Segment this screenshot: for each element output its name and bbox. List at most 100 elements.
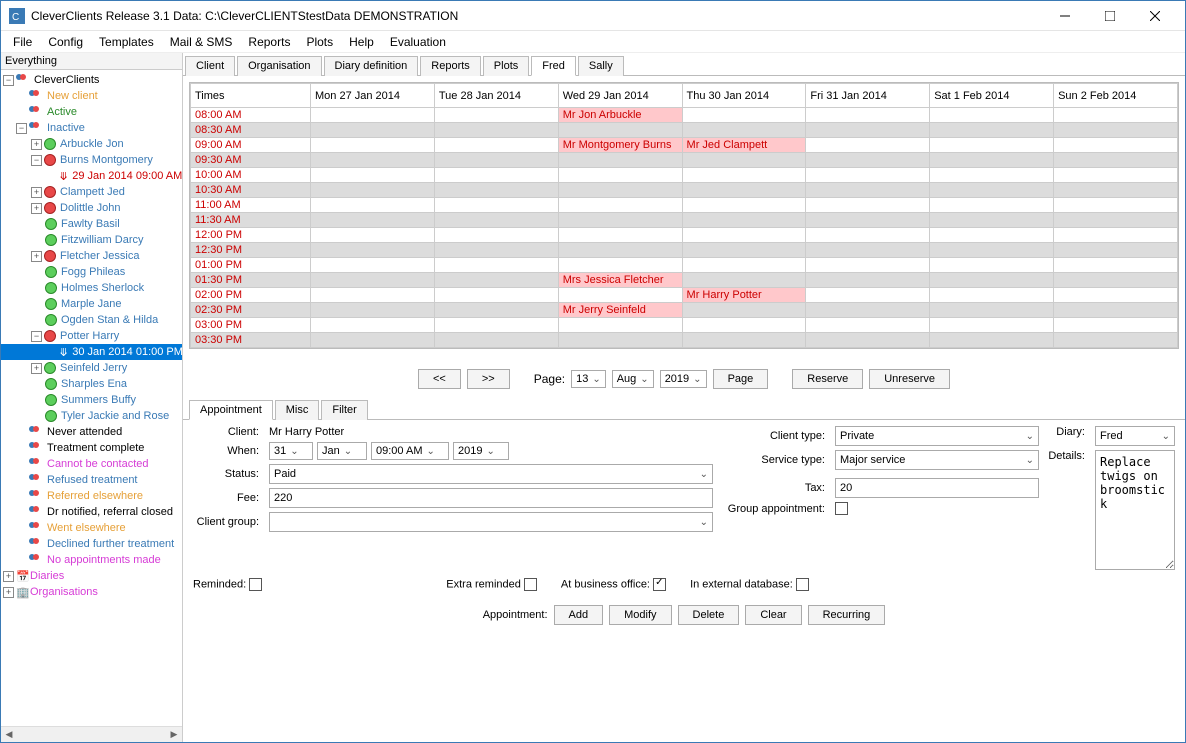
diary-cell[interactable] <box>806 243 930 258</box>
time-cell[interactable]: 09:30 AM <box>191 153 311 168</box>
diary-cell[interactable] <box>558 198 682 213</box>
tree-new-client[interactable]: New client <box>1 88 182 104</box>
time-cell[interactable]: 10:30 AM <box>191 183 311 198</box>
diary-cell[interactable] <box>806 303 930 318</box>
tree-cat-declined[interactable]: Declined further treatment <box>1 536 182 552</box>
diary-cell[interactable] <box>930 183 1054 198</box>
diary-cell[interactable] <box>311 273 435 288</box>
diary-cell[interactable] <box>1054 288 1178 303</box>
tree-client-potter[interactable]: −Potter Harry <box>1 328 182 344</box>
diary-cell[interactable] <box>930 273 1054 288</box>
diary-cell[interactable] <box>558 288 682 303</box>
expand-icon[interactable]: + <box>31 203 42 214</box>
tree-client-fitzwilliam[interactable]: Fitzwilliam Darcy <box>1 232 182 248</box>
diary-cell[interactable] <box>434 138 558 153</box>
diary-cell[interactable] <box>806 123 930 138</box>
diary-cell[interactable] <box>1054 138 1178 153</box>
diary-cell[interactable] <box>311 168 435 183</box>
diary-cell[interactable] <box>1054 168 1178 183</box>
diary-row[interactable]: 02:30 PMMr Jerry Seinfeld <box>191 303 1178 318</box>
time-cell[interactable]: 12:00 PM <box>191 228 311 243</box>
diary-cell[interactable] <box>434 198 558 213</box>
diary-cell[interactable] <box>930 318 1054 333</box>
time-cell[interactable]: 10:00 AM <box>191 168 311 183</box>
tree-cat-noappt[interactable]: No appointments made <box>1 552 182 568</box>
time-cell[interactable]: 11:00 AM <box>191 198 311 213</box>
diary-cell[interactable] <box>434 108 558 123</box>
when-day-select[interactable]: 31 <box>269 442 313 460</box>
diary-cell[interactable] <box>806 183 930 198</box>
collapse-icon[interactable]: − <box>31 331 42 342</box>
diary-cell[interactable] <box>806 168 930 183</box>
diary-cell[interactable] <box>930 168 1054 183</box>
external-db-checkbox[interactable] <box>796 578 809 591</box>
tree-cat-refused[interactable]: Refused treatment <box>1 472 182 488</box>
page-button[interactable]: Page <box>713 369 769 389</box>
tree-client-ogden[interactable]: Ogden Stan & Hilda <box>1 312 182 328</box>
diary-cell[interactable] <box>558 333 682 348</box>
tree[interactable]: −CleverClients New client Active −Inacti… <box>1 70 182 726</box>
tree-organisations[interactable]: +🏢Organisations <box>1 584 182 600</box>
tree-appt-potter[interactable]: ⤋30 Jan 2014 01:00 PM <box>1 344 182 360</box>
diary-cell[interactable]: Mr Jed Clampett <box>682 138 806 153</box>
time-cell[interactable]: 03:30 PM <box>191 333 311 348</box>
diary-row[interactable]: 12:30 PM <box>191 243 1178 258</box>
diary-cell[interactable] <box>311 288 435 303</box>
tree-client-sharples[interactable]: Sharples Ena <box>1 376 182 392</box>
tab-client[interactable]: Client <box>185 56 235 76</box>
scroll-right-icon[interactable]: ▶ <box>166 727 182 743</box>
tree-active[interactable]: Active <box>1 104 182 120</box>
tree-inactive[interactable]: −Inactive <box>1 120 182 136</box>
diary-cell[interactable] <box>434 153 558 168</box>
tree-cat-went[interactable]: Went elsewhere <box>1 520 182 536</box>
tree-cat-cannot[interactable]: Cannot be contacted <box>1 456 182 472</box>
time-cell[interactable]: 08:30 AM <box>191 123 311 138</box>
diary-cell[interactable] <box>558 183 682 198</box>
diary-cell[interactable] <box>806 153 930 168</box>
diary-cell[interactable] <box>558 168 682 183</box>
diary-cell[interactable] <box>682 228 806 243</box>
diary-cell[interactable] <box>1054 258 1178 273</box>
prev-page-button[interactable]: << <box>418 369 461 389</box>
diary-cell[interactable] <box>806 258 930 273</box>
tree-root[interactable]: −CleverClients <box>1 72 182 88</box>
diary-cell[interactable] <box>1054 198 1178 213</box>
diary-cell[interactable] <box>311 198 435 213</box>
menu-plots[interactable]: Plots <box>298 33 341 51</box>
diary-cell[interactable] <box>558 318 682 333</box>
diary-cell[interactable] <box>1054 153 1178 168</box>
recurring-button[interactable]: Recurring <box>808 605 886 625</box>
diary-cell[interactable] <box>558 123 682 138</box>
time-cell[interactable]: 01:00 PM <box>191 258 311 273</box>
diary-cell[interactable]: Mr Jerry Seinfeld <box>558 303 682 318</box>
diary-cell[interactable] <box>806 198 930 213</box>
diary-cell[interactable]: Mr Jon Arbuckle <box>558 108 682 123</box>
diary-row[interactable]: 01:00 PM <box>191 258 1178 273</box>
diary-cell[interactable] <box>930 138 1054 153</box>
diary-cell[interactable] <box>311 183 435 198</box>
expand-icon[interactable]: + <box>31 139 42 150</box>
diary-cell[interactable] <box>434 288 558 303</box>
diary-cell[interactable] <box>434 273 558 288</box>
diary-cell[interactable] <box>311 153 435 168</box>
scroll-left-icon[interactable]: ◀ <box>1 727 17 743</box>
diary-cell[interactable] <box>434 213 558 228</box>
diary-cell[interactable] <box>1054 213 1178 228</box>
diary-cell[interactable] <box>311 318 435 333</box>
diary-cell[interactable] <box>682 303 806 318</box>
page-year-select[interactable]: 2019 <box>660 370 707 388</box>
tab-sally[interactable]: Sally <box>578 56 624 76</box>
status-select[interactable]: Paid <box>269 464 713 484</box>
diary-cell[interactable] <box>558 213 682 228</box>
details-textarea[interactable] <box>1095 450 1175 570</box>
diary-row[interactable]: 02:00 PM Mr Harry Potter <box>191 288 1178 303</box>
time-cell[interactable]: 02:00 PM <box>191 288 311 303</box>
tab-reports[interactable]: Reports <box>420 56 481 76</box>
diary-row[interactable]: 10:00 AM <box>191 168 1178 183</box>
diary-cell[interactable]: Mr Harry Potter <box>682 288 806 303</box>
diary-cell[interactable] <box>1054 303 1178 318</box>
diary-cell[interactable] <box>434 123 558 138</box>
diary-select[interactable]: Fred <box>1095 426 1175 446</box>
tree-client-clampett[interactable]: +Clampett Jed <box>1 184 182 200</box>
diary-cell[interactable] <box>311 258 435 273</box>
